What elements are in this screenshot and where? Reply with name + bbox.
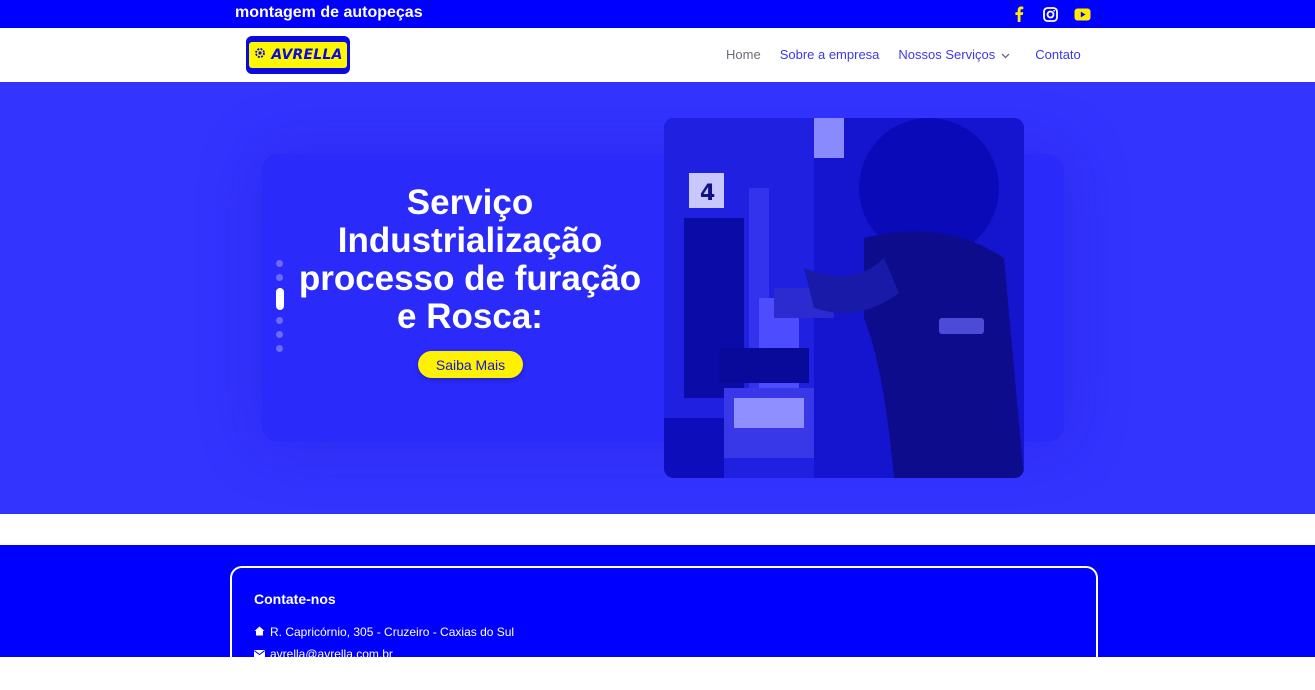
main-menu: Home Sobre a empresa Nossos Serviços Con…	[726, 47, 1081, 62]
chevron-down-icon	[1001, 47, 1010, 62]
nav-home[interactable]: Home	[726, 47, 761, 62]
hero-section: Serviço Industrialização processo de fur…	[0, 82, 1315, 514]
hero-photo: 4	[664, 118, 1024, 478]
contact-address: R. Capricórnio, 305 - Cruzeiro - Caxias …	[254, 625, 514, 639]
svg-text:4: 4	[700, 181, 715, 206]
logo-text: AVRELLA	[271, 47, 343, 63]
slider-dot-active[interactable]	[276, 288, 284, 310]
contact-title: Contate-nos	[254, 591, 336, 607]
nav-contact[interactable]: Contato	[1035, 47, 1081, 62]
avrella-logo[interactable]: AVRELLA	[246, 36, 350, 74]
contact-email[interactable]: avrella@avrella.com.br	[254, 647, 393, 661]
slider-dot[interactable]	[276, 317, 283, 324]
slider-dot[interactable]	[276, 331, 283, 338]
social-links	[1010, 6, 1091, 22]
slider-dot[interactable]	[276, 345, 283, 352]
youtube-icon[interactable]	[1074, 6, 1091, 22]
instagram-icon[interactable]	[1042, 6, 1059, 22]
nav-services-label: Nossos Serviços	[898, 47, 996, 62]
hero-title: Serviço Industrialização processo de fur…	[298, 183, 642, 336]
gear-icon	[253, 46, 267, 65]
address-text: R. Capricórnio, 305 - Cruzeiro - Caxias …	[270, 625, 515, 639]
home-icon	[254, 625, 265, 639]
saiba-mais-button[interactable]: Saiba Mais	[418, 351, 523, 378]
slider-pagination	[276, 260, 284, 359]
slider-dot[interactable]	[276, 274, 283, 281]
top-bar: montagem de autopeças	[0, 0, 1315, 28]
contact-box: Contate-nos R. Capricórnio, 305 - Cruzei…	[230, 566, 1098, 690]
email-text[interactable]: avrella@avrella.com.br	[270, 647, 393, 661]
slider-dot[interactable]	[276, 260, 283, 267]
logo-plate: AVRELLA	[249, 42, 347, 68]
nav-services[interactable]: Nossos Serviços	[898, 47, 1010, 62]
footer: Contate-nos R. Capricórnio, 305 - Cruzei…	[0, 545, 1315, 690]
facebook-icon[interactable]	[1010, 6, 1027, 22]
tagline: montagem de autopeças	[235, 4, 423, 21]
envelope-icon	[254, 647, 265, 661]
main-navbar: AVRELLA Home Sobre a empresa Nossos Serv…	[0, 28, 1315, 83]
nav-about[interactable]: Sobre a empresa	[780, 47, 880, 62]
